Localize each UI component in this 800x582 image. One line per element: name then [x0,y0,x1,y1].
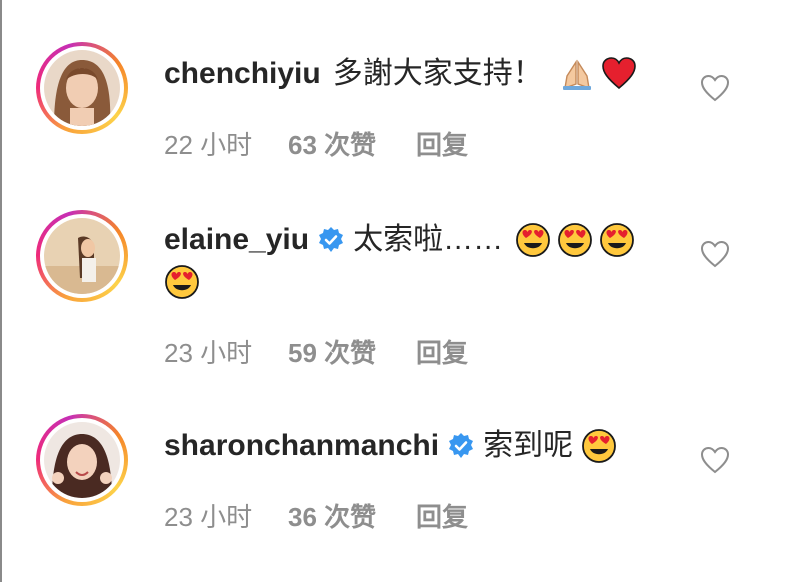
avatar-photo [44,50,120,126]
reply-button[interactable]: 回复 [416,336,468,370]
avatar-photo [44,422,120,498]
comment-like-count[interactable]: 59 次赞 [288,336,416,370]
comment-body: chenchiyiu 多謝大家支持！ [164,54,637,94]
reply-button[interactable]: 回复 [416,128,468,162]
avatar[interactable] [36,210,128,302]
comment-time: 23 小时 [164,502,253,532]
comment-text: 太索啦…… [353,223,504,256]
like-heart-icon[interactable] [700,74,730,102]
comment-text: 多謝大家支持！ [332,57,543,90]
heart-eyes-icon [516,223,550,257]
comment-username[interactable]: chenchiyiu [164,54,321,94]
window-edge [0,0,2,582]
comment-username[interactable]: sharonchanmanchi [164,426,439,466]
verified-badge-icon [319,227,344,252]
avatar[interactable] [36,42,128,134]
comment-emojis [575,428,617,464]
comment-like-count[interactable]: 36 次赞 [288,500,416,534]
heart-eyes-icon [165,265,199,299]
comment-meta: 22 小时 63 次赞 回复 [164,128,468,162]
avatar[interactable] [36,414,128,506]
comment-text: 索到呢 [483,429,574,462]
red-heart-icon [601,57,636,90]
comment-emojis [553,56,637,92]
like-heart-icon[interactable] [700,240,730,268]
comment-like-count[interactable]: 63 次赞 [288,128,416,162]
comment-meta: 23 小时 59 次赞 回复 [164,336,468,370]
avatar-photo [44,218,120,294]
comment-username[interactable]: elaine_yiu [164,220,309,260]
folded-hands-icon [562,59,591,90]
comment-time: 22 小时 [164,130,253,160]
comment-meta: 23 小时 36 次赞 回复 [164,500,468,534]
comment-emojis [509,222,635,258]
comment-body: sharonchanmanchi 索到呢 [164,426,617,466]
heart-eyes-icon [600,223,634,257]
reply-button[interactable]: 回复 [416,500,468,534]
like-heart-icon[interactable] [700,446,730,474]
comment-emojis-wrapped [164,264,200,300]
comment-body: elaine_yiu 太索啦…… [164,220,635,260]
heart-eyes-icon [582,429,616,463]
comment-time: 23 小时 [164,338,253,368]
heart-eyes-icon [558,223,592,257]
verified-badge-icon [449,433,474,458]
